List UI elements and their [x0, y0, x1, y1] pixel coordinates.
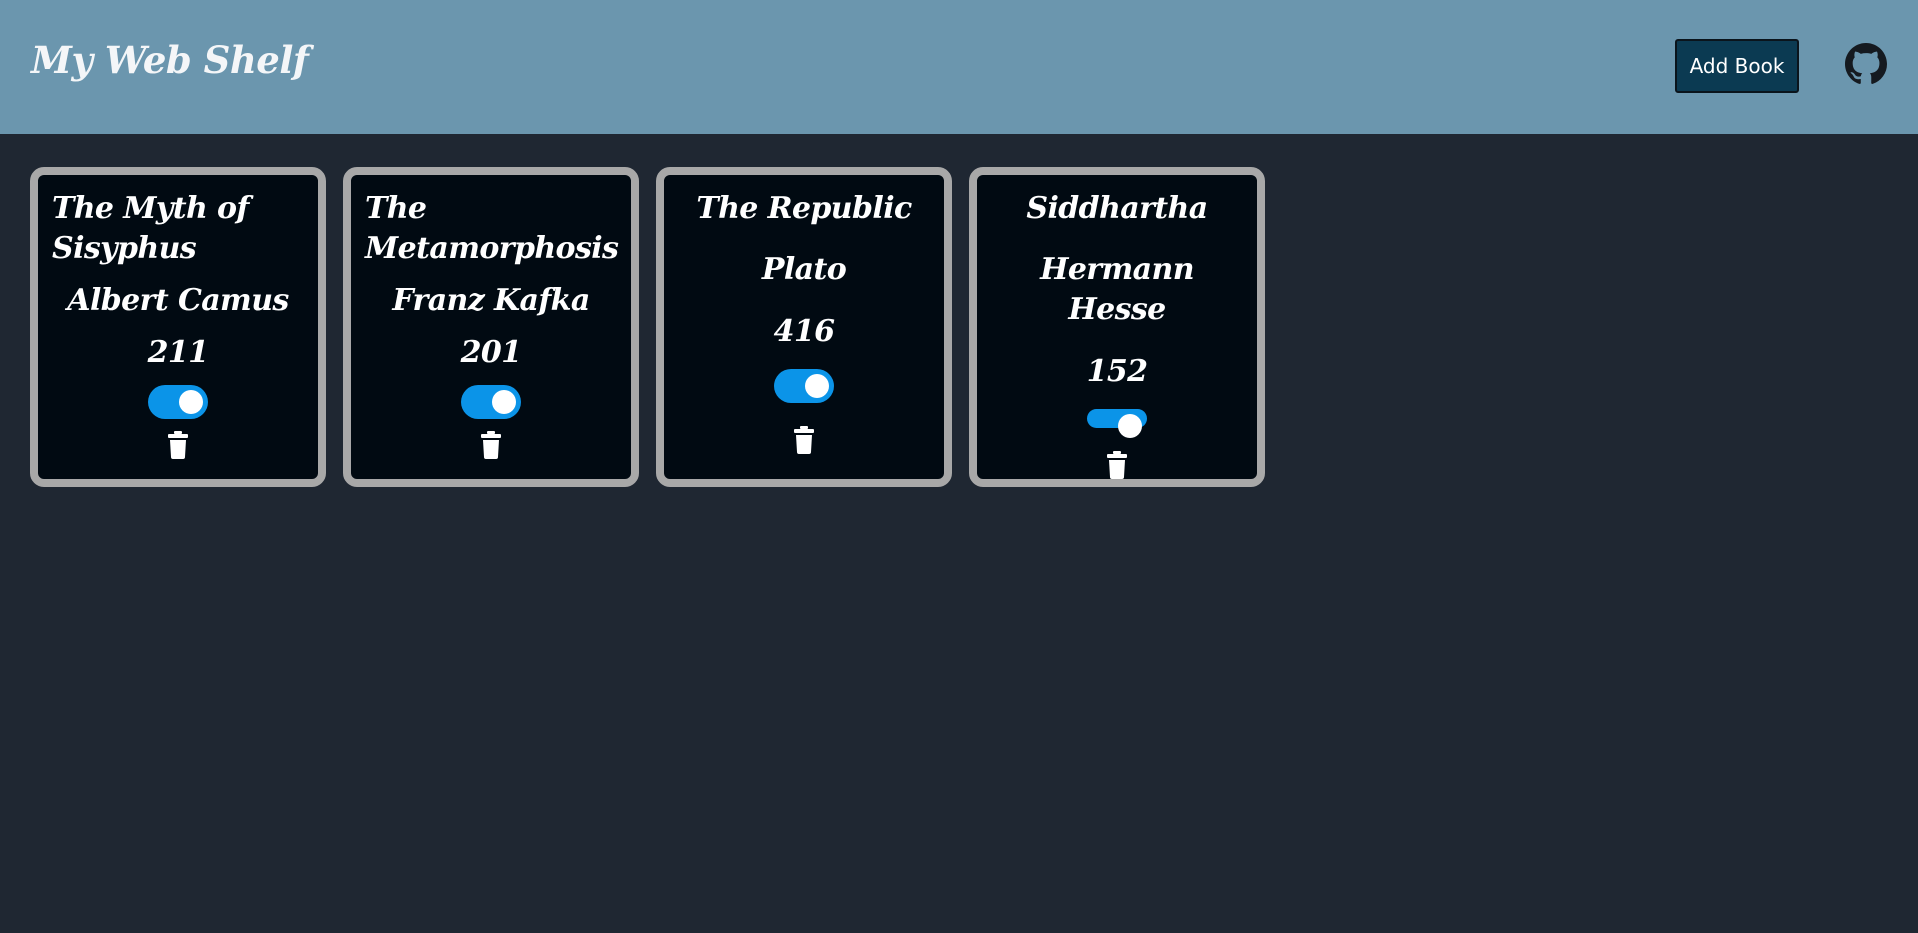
toggle-knob: [492, 390, 516, 414]
read-status-toggle[interactable]: [774, 369, 834, 403]
book-card: The Metamorphosis Franz Kafka 201: [343, 167, 639, 487]
trash-icon[interactable]: [792, 426, 816, 454]
book-pages: 416: [773, 314, 835, 349]
read-status-toggle[interactable]: [148, 385, 208, 419]
trash-icon-graphic: [481, 431, 501, 459]
add-book-button[interactable]: Add Book: [1675, 39, 1799, 93]
book-pages: 201: [460, 335, 522, 370]
app-title: My Web Shelf: [31, 38, 309, 82]
book-title: The Metamorphosis: [365, 191, 619, 266]
book-title: The Republic: [696, 191, 912, 226]
book-shelf: The Myth of Sisyphus Albert Camus 211 Th…: [30, 167, 1265, 487]
book-pages: 152: [1086, 354, 1148, 389]
book-author: Franz Kafka: [392, 283, 590, 318]
github-icon[interactable]: [1845, 43, 1887, 85]
toggle-knob: [179, 390, 203, 414]
trash-icon-graphic: [794, 426, 814, 454]
book-card: The Republic Plato 416: [656, 167, 952, 487]
github-icon-graphic: [1845, 43, 1887, 84]
trash-icon[interactable]: [166, 431, 190, 459]
toggle-knob: [1118, 414, 1142, 438]
book-author: Hermann Hesse: [1040, 252, 1194, 327]
read-status-toggle[interactable]: [461, 385, 521, 419]
app-header: My Web Shelf Add Book: [0, 0, 1918, 134]
trash-icon-graphic: [168, 431, 188, 459]
trash-icon-graphic: [1107, 451, 1127, 479]
toggle-knob: [805, 374, 829, 398]
book-pages: 211: [147, 335, 209, 370]
trash-icon[interactable]: [1105, 451, 1129, 479]
book-card: Siddhartha Hermann Hesse 152: [969, 167, 1265, 487]
book-author: Plato: [761, 252, 847, 287]
book-title: The Myth of Sisyphus: [52, 191, 249, 266]
book-title: Siddhartha: [1026, 191, 1208, 226]
book-card: The Myth of Sisyphus Albert Camus 211: [30, 167, 326, 487]
trash-icon[interactable]: [479, 431, 503, 459]
book-author: Albert Camus: [67, 283, 289, 318]
read-status-toggle[interactable]: [1087, 409, 1147, 438]
